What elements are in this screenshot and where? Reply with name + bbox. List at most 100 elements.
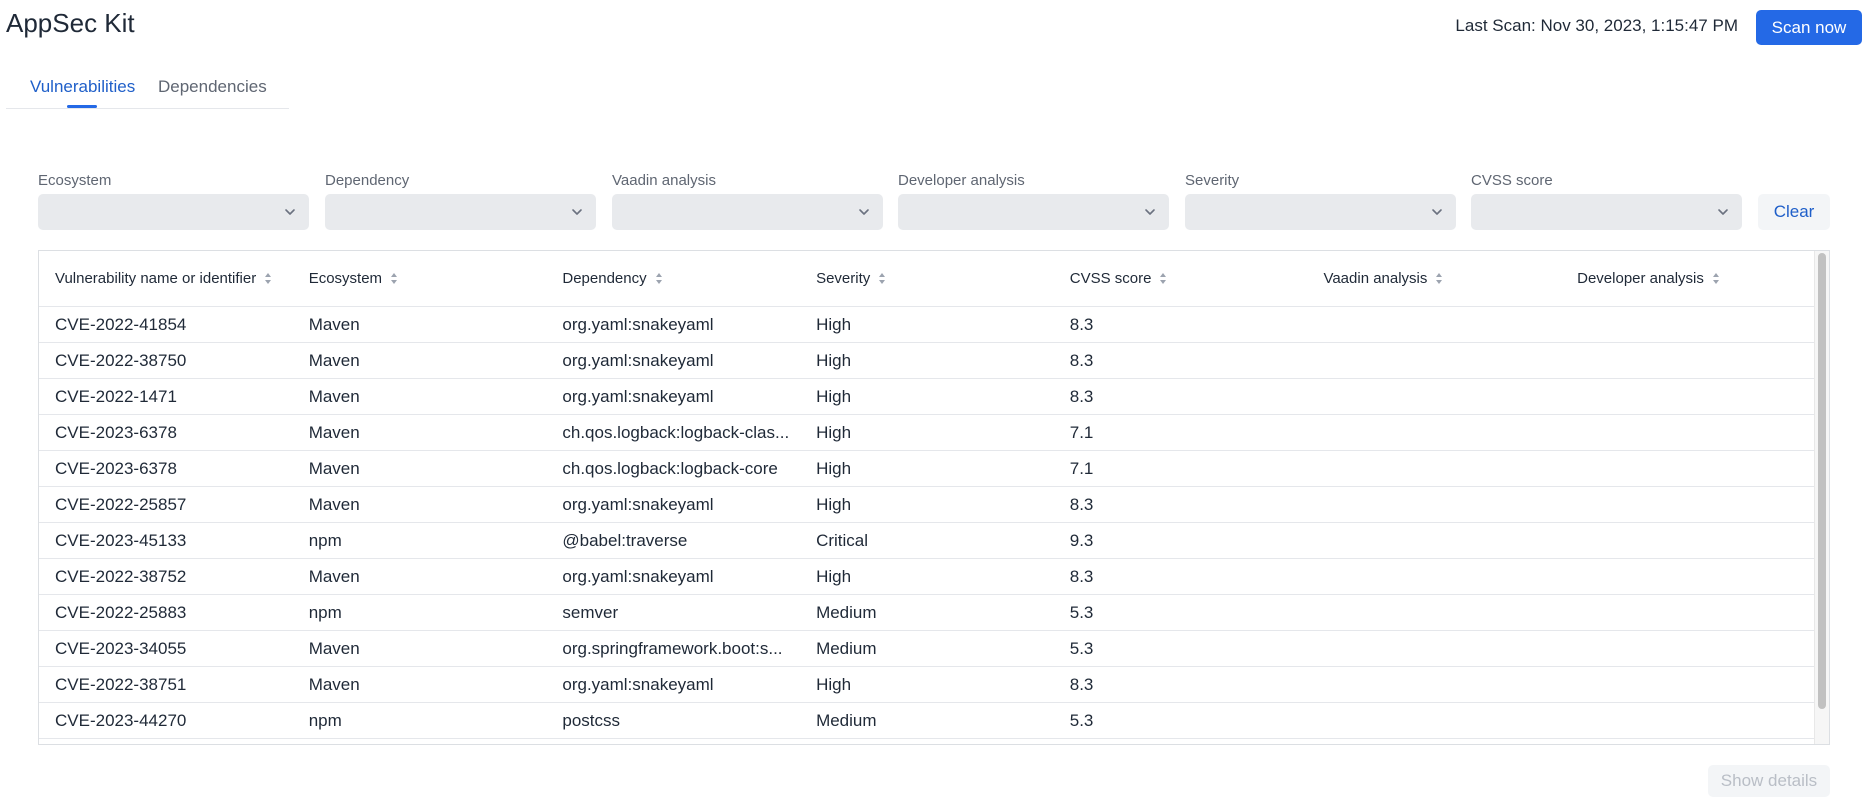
column-header-label: Vaadin analysis [1323,270,1428,287]
cell-vulnerability: CVE-2022-38751 [55,674,187,694]
cell-dependency: org.yaml:snakeyaml [562,314,714,334]
cell-severity: Medium [816,602,877,622]
cell-ecosystem: Maven [308,494,360,514]
cell-ecosystem: Maven [308,422,360,442]
cell-cvss-score: 8.3 [1069,494,1094,514]
sort-icon[interactable] [655,272,663,285]
table-row[interactable]: CVE-2023-34055 Maven org.springframework.b… [39,631,1815,667]
table-row[interactable]: CVE-2023-6378 Maven ch.qos.logback:logback… [39,451,1815,487]
chevron-down-icon [859,209,869,215]
cell-severity: Medium [816,638,877,658]
cell-cvss-score: 8.3 [1069,674,1094,694]
tab-vulnerabilities[interactable]: Vulnerabilities [30,77,135,97]
chevron-down-icon [1718,209,1728,215]
filter-label: Vaadin analysis [612,172,716,189]
cell-dependency: org.yaml:snakeyaml [562,386,714,406]
column-header-vaadin-analysis[interactable]: Vaadin analysis [1307,270,1561,287]
table-row[interactable]: CVE-2022-41854 Maven org.yaml:snakeyaml Hig… [39,307,1815,343]
cell-cvss-score: 8.3 [1069,386,1094,406]
table-row[interactable]: CVE-2023-44270 npm postcss Medium 5.3 [39,703,1815,739]
cell-dependency: org.springframework.boot:s... [562,638,783,658]
table-row[interactable]: CVE-2022-25857 Maven org.yaml:snakeyaml Hig… [39,487,1815,523]
cvss-score-select[interactable] [1471,194,1742,230]
table-row[interactable]: CVE-2022-1471 Maven org.yaml:snakeyaml High… [39,379,1815,415]
active-tab-indicator [67,105,97,108]
vertical-scrollbar[interactable] [1814,251,1829,744]
cell-cvss-score: 8.3 [1069,350,1094,370]
cell-severity: High [816,566,852,586]
cell-dependency: semver [562,602,619,622]
cell-ecosystem: Maven [308,674,360,694]
developer-analysis-select[interactable] [898,194,1169,230]
filter-severity: Severity [1185,170,1456,230]
cell-cvss-score: 5.3 [1069,602,1094,622]
filter-label: Developer analysis [898,172,1025,189]
cell-vulnerability: CVE-2022-25857 [55,494,187,514]
cell-vulnerability: CVE-2023-34055 [55,638,187,658]
sort-icon[interactable] [1435,272,1443,285]
cell-cvss-score: 5.3 [1069,710,1094,730]
cell-vulnerability: CVE-2022-38752 [55,566,187,586]
cell-severity: High [816,386,852,406]
column-header-label: Dependency [562,270,647,287]
table-row[interactable]: CVE-2022-38751 Maven org.yaml:snakeyaml Hig… [39,667,1815,703]
cell-ecosystem: npm [308,602,342,622]
column-header-severity[interactable]: Severity [800,270,1054,287]
cell-ecosystem: Maven [308,350,360,370]
column-header-ecosystem[interactable]: Ecosystem [293,270,547,287]
filter-dependency: Dependency [325,170,596,230]
filter-label: CVSS score [1471,172,1553,189]
severity-select[interactable] [1185,194,1456,230]
sort-icon[interactable] [1159,272,1167,285]
grid-rows: CVE-2022-41854 Maven org.yaml:snakeyaml Hig… [39,307,1815,739]
table-row[interactable]: CVE-2022-25883 npm semver Medium 5.3 [39,595,1815,631]
show-details-button: Show details [1708,765,1830,797]
column-header-label: Severity [816,270,871,287]
grid-header-row: Vulnerability name or identifier Ecosyste… [39,251,1815,307]
cell-vulnerability: CVE-2022-38750 [55,350,187,370]
cell-dependency: org.yaml:snakeyaml [562,350,714,370]
ecosystem-select[interactable] [38,194,309,230]
sort-icon[interactable] [1712,272,1720,285]
vulnerabilities-grid: Vulnerability name or identifier Ecosyste… [38,250,1830,745]
column-header-developer-analysis[interactable]: Developer analysis [1561,270,1815,287]
dependency-select[interactable] [325,194,596,230]
clear-filters-button[interactable]: Clear [1758,194,1830,230]
cell-severity: High [816,422,852,442]
filter-cvss-score: CVSS score [1471,170,1742,230]
cell-vulnerability: CVE-2022-25883 [55,602,187,622]
cell-vulnerability: CVE-2023-44270 [55,710,187,730]
cell-dependency: ch.qos.logback:logback-core [562,458,778,478]
filter-label: Dependency [325,172,410,189]
table-row[interactable]: CVE-2022-38750 Maven org.yaml:snakeyaml Hig… [39,343,1815,379]
cell-severity: Medium [816,710,877,730]
cell-vulnerability: CVE-2023-45133 [55,530,187,550]
cell-dependency: org.yaml:snakeyaml [562,494,714,514]
sort-icon[interactable] [878,272,886,285]
cell-dependency: @babel:traverse [562,530,688,550]
cell-vulnerability: CVE-2023-6378 [55,422,177,442]
cell-ecosystem: npm [308,530,342,550]
sort-icon[interactable] [264,272,272,285]
column-header-cvss-score[interactable]: CVSS score [1054,270,1308,287]
table-row[interactable]: CVE-2023-6378 Maven ch.qos.logback:logback… [39,415,1815,451]
tab-dependencies[interactable]: Dependencies [158,77,267,97]
cell-cvss-score: 9.3 [1069,530,1094,550]
cell-ecosystem: Maven [308,314,360,334]
filter-label: Ecosystem [38,172,112,189]
vaadin-analysis-select[interactable] [612,194,883,230]
table-row[interactable]: CVE-2022-38752 Maven org.yaml:snakeyaml Hig… [39,559,1815,595]
column-header-vulnerability[interactable]: Vulnerability name or identifier [39,270,293,287]
cell-vulnerability: CVE-2022-1471 [55,386,177,406]
cell-cvss-score: 8.3 [1069,566,1094,586]
table-row[interactable]: CVE-2023-45133 npm @babel:traverse Critical… [39,523,1815,559]
chevron-down-icon [572,209,582,215]
sort-icon[interactable] [390,272,398,285]
filter-label: Severity [1185,172,1240,189]
cell-severity: High [816,350,852,370]
scrollbar-thumb[interactable] [1818,253,1826,709]
column-header-dependency[interactable]: Dependency [546,270,800,287]
column-header-label: Developer analysis [1577,270,1704,287]
last-scan-status: Last Scan: Nov 30, 2023, 1:15:47 PM [1455,16,1738,35]
scan-now-button[interactable]: Scan now [1756,10,1862,45]
